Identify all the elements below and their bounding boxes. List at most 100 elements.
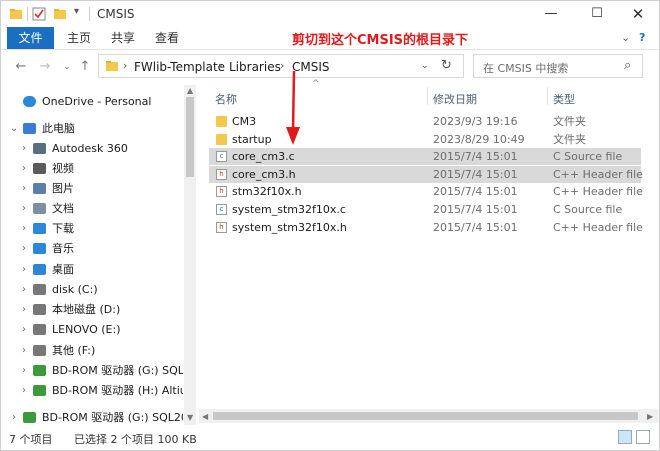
- expand-chevron-icon[interactable]: ›: [19, 139, 29, 159]
- breadcrumb-libraries[interactable]: Libraries: [229, 60, 281, 74]
- back-arrow-icon[interactable]: ←: [13, 59, 29, 75]
- horizontal-scrollbar[interactable]: ◀ ▶: [199, 409, 659, 423]
- collapse-chevron-icon[interactable]: ⌄: [9, 119, 19, 139]
- nav-item-label: 视频: [52, 162, 74, 175]
- file-row[interactable]: c system_stm32f10x.c 2015/7/4 15:01 C Sourc…: [209, 201, 641, 218]
- nav-item[interactable]: › 桌面: [1, 260, 183, 280]
- tab-view[interactable]: 查看: [155, 27, 179, 49]
- minimize-button[interactable]: —: [529, 4, 573, 24]
- expand-chevron-icon[interactable]: ›: [19, 260, 29, 280]
- disc-icon: [23, 412, 36, 423]
- expand-chevron-icon[interactable]: ›: [19, 300, 29, 320]
- expand-chevron-icon[interactable]: ›: [19, 199, 29, 219]
- folder-icon: [10, 9, 22, 19]
- address-bar[interactable]: › FWlib-Template › Libraries › CMSIS ⌄ ↻: [98, 54, 464, 78]
- breadcrumb-fwlib-template[interactable]: FWlib-Template: [134, 60, 225, 74]
- nav-item-label: 本地磁盘 (D:): [52, 303, 121, 316]
- nav-item-label: OneDrive - Personal: [42, 95, 152, 108]
- nav-item[interactable]: › 图片: [1, 179, 183, 199]
- file-date: 2015/7/4 15:01: [433, 167, 518, 181]
- nav-item[interactable]: › LENOVO (E:): [1, 320, 183, 340]
- disc-icon: [33, 365, 46, 376]
- file-type: 文件夹: [553, 115, 586, 128]
- ribbon-expand-icon[interactable]: ⌄: [621, 27, 630, 49]
- nav-item[interactable]: › Autodesk 360: [1, 139, 183, 159]
- expand-chevron-icon[interactable]: ›: [19, 341, 29, 361]
- selection-info: 已选择 2 个项目 100 KB: [74, 433, 197, 446]
- file-type: 文件夹: [553, 132, 586, 146]
- nav-scrollbar-thumb[interactable]: [186, 97, 194, 177]
- header-file-icon: h: [216, 186, 227, 198]
- nav-item[interactable]: › BD-ROM 驱动器 (G:) SQL20: [1, 361, 183, 381]
- tab-share[interactable]: 共享: [111, 27, 135, 49]
- file-name: core_cm3.h: [232, 167, 296, 181]
- tab-file[interactable]: 文件: [7, 27, 54, 49]
- breadcrumb-separator-icon[interactable]: ›: [218, 59, 222, 72]
- large-icons-view-icon[interactable]: [636, 430, 650, 444]
- address-dropdown-icon[interactable]: ⌄: [421, 61, 429, 71]
- refresh-icon[interactable]: ↻: [441, 58, 452, 73]
- file-row[interactable]: CM3 2023/9/3 19:16 文件夹: [209, 113, 641, 130]
- search-input[interactable]: 在 CMSIS 中搜索: [483, 60, 568, 76]
- nav-item[interactable]: › 其他 (F:): [1, 341, 183, 361]
- file-name: core_cm3.c: [232, 150, 295, 164]
- nav-item[interactable]: › 音乐: [1, 239, 183, 259]
- quick-access-dropdown-icon[interactable]: ▾: [74, 6, 79, 20]
- expand-chevron-icon[interactable]: ›: [19, 361, 29, 381]
- details-view-icon[interactable]: [618, 430, 632, 444]
- nav-item-label: 音乐: [52, 242, 74, 255]
- maximize-button[interactable]: ☐: [575, 4, 619, 24]
- help-icon[interactable]: ?: [639, 27, 645, 49]
- annotation-arrow: [286, 70, 300, 145]
- forward-arrow-icon[interactable]: →: [37, 59, 53, 75]
- file-type: C Source file: [553, 150, 623, 164]
- document-icon: [33, 203, 46, 214]
- expand-chevron-icon[interactable]: ›: [19, 280, 29, 300]
- close-button[interactable]: ✕: [616, 4, 660, 24]
- tab-home[interactable]: 主页: [67, 27, 91, 49]
- file-date: 2015/7/4 15:01: [433, 185, 518, 199]
- column-header-name[interactable]: 名称: [215, 91, 237, 107]
- expand-chevron-icon[interactable]: ›: [19, 179, 29, 199]
- search-box[interactable]: 在 CMSIS 中搜索 ⌕: [473, 54, 643, 78]
- nav-item[interactable]: › 下载: [1, 219, 183, 239]
- folder-icon: [216, 133, 227, 145]
- file-row[interactable]: h stm32f10x.h 2015/7/4 15:01 C++ Header fil…: [209, 183, 643, 200]
- nav-item[interactable]: › 文档: [1, 199, 183, 219]
- expand-chevron-icon[interactable]: ›: [19, 219, 29, 239]
- nav-item[interactable]: OneDrive - Personal: [1, 92, 183, 112]
- file-type: C++ Header file: [553, 185, 643, 199]
- file-date: 2023/8/29 10:49: [433, 132, 525, 146]
- file-row[interactable]: h core_cm3.h 2015/7/4 15:01 C++ Header file: [209, 165, 643, 183]
- recent-dropdown-icon[interactable]: ⌄: [59, 59, 75, 75]
- explorer-window: ▾ CMSIS — ☐ ✕ 文件 主页 共享 查看 剪切到这个CMSIS的根目录…: [0, 0, 660, 451]
- folder-icon: [216, 116, 227, 127]
- breadcrumb-separator-icon[interactable]: ›: [123, 59, 127, 72]
- drive-icon: [33, 284, 46, 295]
- column-header-date[interactable]: 修改日期: [433, 91, 477, 107]
- up-arrow-icon[interactable]: ↑: [77, 59, 93, 75]
- nav-item[interactable]: › disk (C:): [1, 280, 183, 300]
- nav-item-label: 其他 (F:): [52, 344, 96, 357]
- checklist-icon[interactable]: [32, 7, 46, 21]
- picture-icon: [33, 183, 46, 194]
- expand-chevron-icon[interactable]: ›: [19, 320, 29, 340]
- file-row[interactable]: h system_stm32f10x.h 2015/7/4 15:01 C++ Hea…: [209, 219, 643, 236]
- music-icon: [33, 243, 46, 254]
- nav-item[interactable]: ⌄ 此电脑: [1, 119, 183, 139]
- file-type: C++ Header file: [553, 167, 643, 181]
- file-row[interactable]: startup 2023/8/29 10:49 文件夹: [209, 131, 641, 148]
- column-header-type[interactable]: 类型: [553, 91, 575, 107]
- search-icon[interactable]: ⌕: [624, 58, 631, 73]
- expand-chevron-icon[interactable]: ›: [19, 381, 29, 401]
- nav-scrollbar[interactable]: ▲ ▼: [184, 85, 196, 425]
- expand-chevron-icon[interactable]: ›: [19, 159, 29, 179]
- nav-item[interactable]: › 视频: [1, 159, 183, 179]
- file-name: system_stm32f10x.h: [232, 220, 347, 234]
- nav-item[interactable]: › 本地磁盘 (D:): [1, 300, 183, 320]
- nav-item[interactable]: › BD-ROM 驱动器 (H:) Altium: [1, 381, 183, 401]
- file-row[interactable]: c core_cm3.c 2015/7/4 15:01 C Source file: [209, 148, 641, 166]
- horizontal-scrollbar-thumb[interactable]: [213, 412, 638, 420]
- new-folder-icon[interactable]: [53, 7, 67, 21]
- expand-chevron-icon[interactable]: ›: [19, 239, 29, 259]
